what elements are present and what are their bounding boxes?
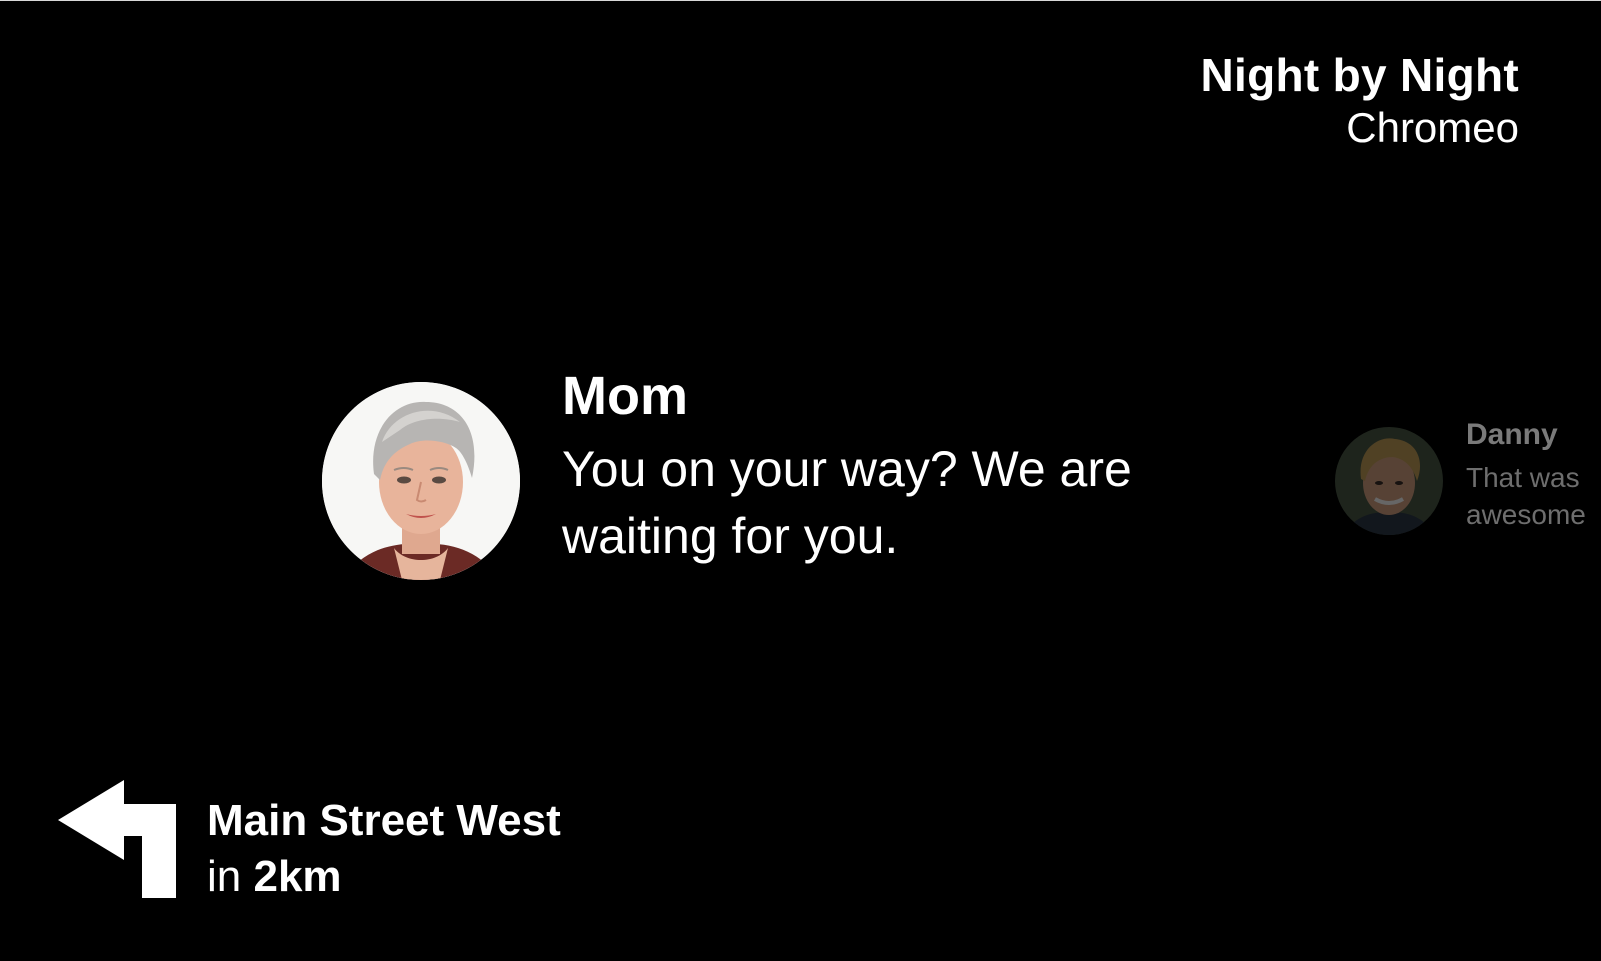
top-divider (0, 0, 1601, 1)
secondary-message-sender: Danny (1466, 418, 1558, 451)
secondary-message-avatar[interactable] (1335, 427, 1443, 535)
message-avatar[interactable] (322, 382, 520, 580)
turn-left-arrow-icon (58, 780, 178, 898)
secondary-message-content[interactable]: Danny That was awesome (1466, 415, 1601, 533)
message-content[interactable]: Mom You on your way? We are waiting for … (562, 362, 1202, 570)
navigation-distance-value: 2km (253, 852, 342, 901)
message-text: You on your way? We are waiting for you. (562, 441, 1132, 564)
now-playing-artist: Chromeo (1346, 104, 1519, 151)
secondary-message-text: That was awesome (1466, 459, 1601, 533)
navigation-street: Main Street West (207, 796, 561, 845)
navigation-distance-line: in 2km (207, 849, 561, 905)
secondary-message-text-line2: awesome (1466, 499, 1586, 530)
now-playing-title: Night by Night (1200, 49, 1519, 101)
navigation-distance-prefix: in (207, 852, 242, 901)
avatar-photo-danny (1335, 427, 1443, 535)
secondary-message-text-line1: That was (1466, 462, 1580, 493)
avatar-photo-mom (322, 382, 520, 580)
now-playing[interactable]: Night by Night Chromeo (1201, 48, 1519, 154)
message-sender: Mom (562, 366, 688, 426)
navigation-instruction[interactable]: Main Street West in 2km (207, 793, 561, 905)
